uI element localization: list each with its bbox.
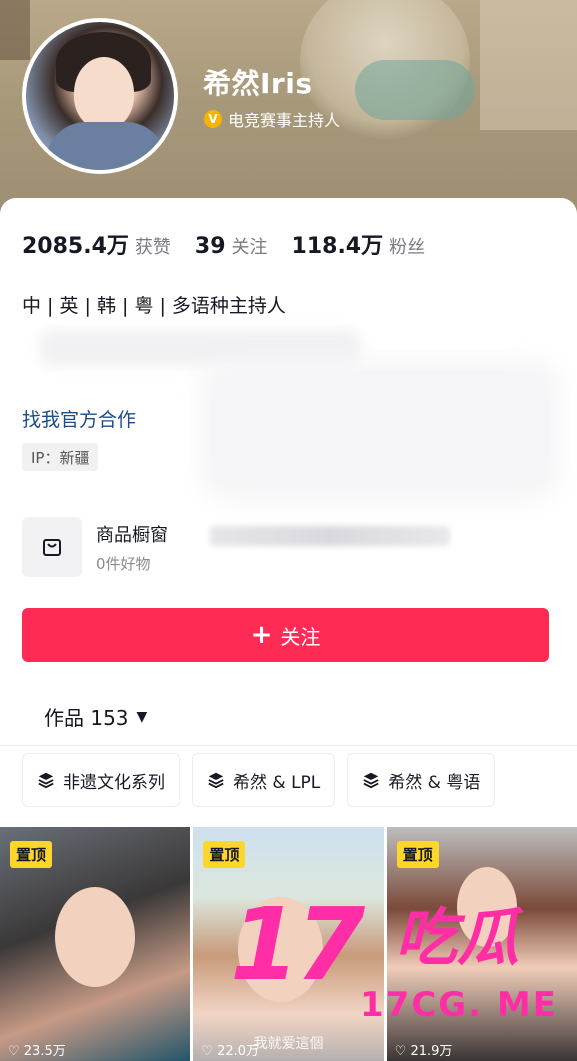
collection-list: 非遗文化系列 希然 & LPL 希然 & 粤语: [0, 753, 577, 809]
thumbnail-face: [55, 887, 135, 987]
divider: [0, 745, 577, 746]
watermark-cn: 吃瓜: [395, 901, 520, 974]
collection-label: 非遗文化系列: [63, 772, 165, 793]
watermark-domain: 17CG. ME: [360, 985, 558, 1025]
stat-followers-label: 粉丝: [389, 237, 426, 258]
cover-scarf: [355, 60, 475, 120]
shop-window[interactable]: 商品橱窗 0件好物: [22, 517, 168, 577]
shopping-bag-icon: [22, 517, 82, 577]
stat-likes: 2085.4万 获赞: [22, 228, 171, 260]
avatar[interactable]: [22, 18, 178, 174]
stat-following-count: 39: [194, 234, 226, 259]
pinned-badge: 置顶: [396, 841, 439, 868]
cover-decor: [0, 0, 30, 60]
site-watermark: 17 吃瓜 17CG. ME: [230, 895, 570, 1030]
follow-label: 关注: [280, 624, 321, 649]
likes-count: ♡ 21.9万: [394, 1044, 453, 1059]
collection-item[interactable]: 希然 & 粤语: [347, 753, 496, 807]
verification: V 电竞赛事主持人: [204, 107, 340, 131]
follow-button[interactable]: + 关注: [22, 608, 549, 662]
stat-likes-count: 2085.4万: [22, 234, 129, 259]
stat-followers[interactable]: 118.4万 粉丝: [292, 228, 426, 260]
tab-works[interactable]: 作品 153 ▼: [44, 702, 147, 731]
blurred-area: [200, 360, 560, 500]
stat-likes-label: 获赞: [134, 237, 171, 258]
profile-name: 希然Iris: [203, 67, 313, 100]
collection-item[interactable]: 非遗文化系列: [22, 753, 180, 807]
avatar-body: [46, 122, 166, 170]
avatar-face: [74, 57, 134, 129]
shop-subtitle: 0件好物: [96, 554, 151, 573]
ip-location-tag: IP：新疆: [22, 443, 99, 471]
layers-icon: [208, 772, 224, 789]
video-thumbnail[interactable]: 置顶 ♡ 23.5万: [0, 827, 191, 1061]
stat-following[interactable]: 39 关注: [195, 233, 268, 259]
profile-bio: 中 | 英 | 韩 | 粤 | 多语种主持人: [22, 295, 286, 317]
likes-count: ♡ 22.0万: [201, 1044, 260, 1059]
blurred-shop-text: [210, 526, 450, 546]
pinned-badge: 置顶: [10, 841, 53, 868]
cover-shelf: [480, 0, 577, 130]
official-cooperation-link[interactable]: 找我官方合作: [22, 405, 136, 432]
stat-following-label: 关注: [231, 237, 268, 258]
verification-text: 电竞赛事主持人: [228, 111, 341, 130]
collection-label: 希然 & LPL: [233, 772, 321, 793]
watermark-number: 17: [230, 886, 365, 1003]
layers-icon: [38, 772, 54, 789]
profile-stats: 2085.4万 获赞 39 关注 118.4万 粉丝: [22, 228, 449, 260]
collection-item[interactable]: 希然 & LPL: [192, 753, 336, 807]
shop-title: 商品橱窗: [96, 524, 168, 546]
collection-label: 希然 & 粤语: [388, 772, 481, 793]
shop-texts: 商品橱窗 0件好物: [96, 521, 168, 574]
stat-followers-count: 118.4万: [291, 234, 384, 259]
likes-count: ♡ 23.5万: [8, 1044, 66, 1059]
works-label: 作品 153: [44, 706, 129, 730]
verified-badge-icon: V: [204, 110, 222, 128]
layers-icon: [363, 772, 379, 789]
pinned-badge: 置顶: [203, 841, 246, 868]
caret-down-icon: ▼: [136, 708, 148, 725]
plus-icon: +: [250, 620, 273, 650]
